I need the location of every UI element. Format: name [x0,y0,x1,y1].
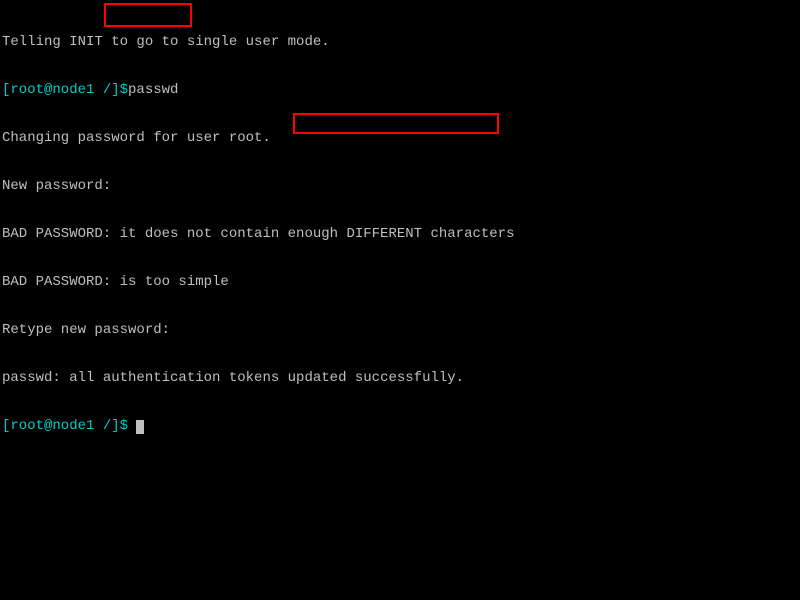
shell-prompt: [root@node1 /]$ [2,82,128,98]
output-line: passwd: all authentication tokens update… [2,370,798,386]
text-segment: passwd: all authentication tokens [2,370,288,386]
text-segment: Retype new password: [2,322,170,338]
text-segment: Changing password for user root. [2,130,271,146]
shell-prompt: [root@node1 /]$ [2,418,128,434]
text-segment: Telling INIT [2,34,111,50]
text-segment: ingle user mode. [195,34,329,50]
output-line: [root@node1 /]$ [2,418,798,434]
text-segment: to go to s [111,34,195,50]
output-line: New password: [2,178,798,194]
output-line: Changing password for user root. [2,130,798,146]
text-segment: updated successfully. [288,370,464,386]
text-segment: BAD PASSWORD: is too simple [2,274,229,290]
text-segment: BAD PASSWORD: it does not contain enough… [2,226,514,242]
output-line: BAD PASSWORD: is too simple [2,274,798,290]
output-line: Telling INIT to go to single user mode. [2,34,798,50]
cursor-icon [136,420,144,434]
output-line: Retype new password: [2,322,798,338]
output-line: BAD PASSWORD: it does not contain enough… [2,226,798,242]
terminal-output[interactable]: Telling INIT to go to single user mode. … [0,0,800,452]
output-line: [root@node1 /]$passwd [2,82,798,98]
text-segment: New password: [2,178,111,194]
command-text: passwd [128,82,178,98]
